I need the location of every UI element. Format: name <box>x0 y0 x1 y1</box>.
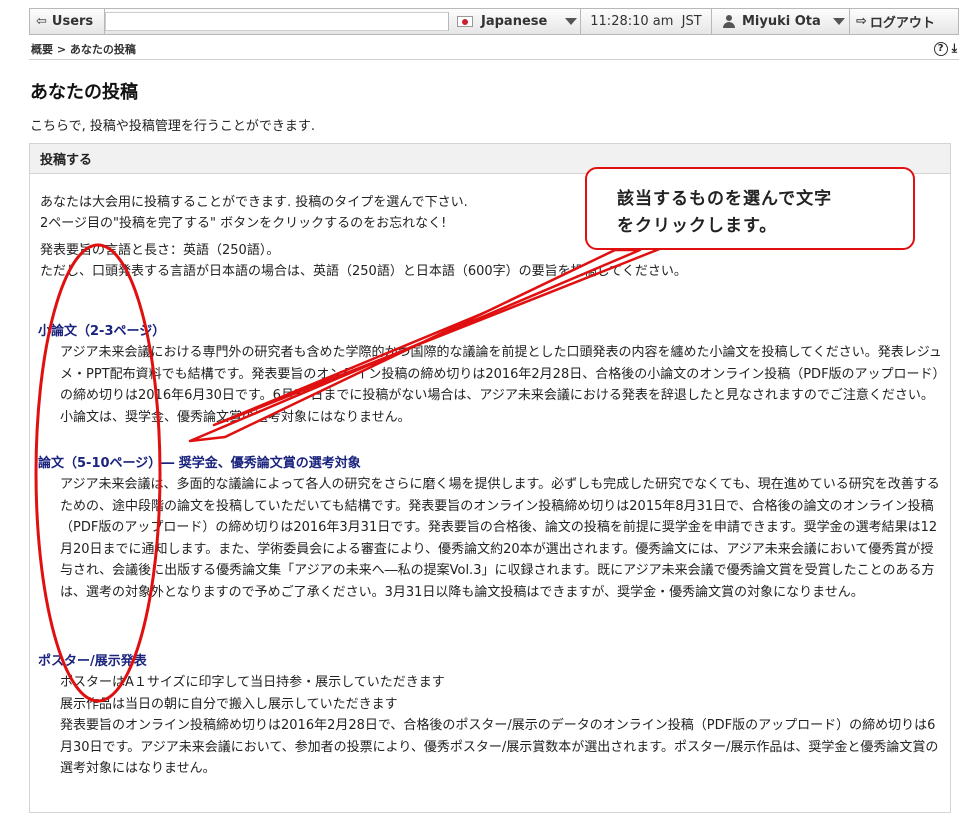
top-bar: ⇦ Users Japanese 11:28:10 am JST Miyuki … <box>29 8 959 35</box>
title-highlight <box>168 319 438 339</box>
logout-label: ログアウト <box>869 16 935 31</box>
clock-display: 11:28:10 am JST <box>581 9 712 34</box>
breadcrumb[interactable]: 概要 > あなたの投稿 <box>31 41 136 57</box>
submission-type-poster[interactable]: ポスター/展示発表 <box>38 649 508 669</box>
page-title: あなたの投稿 <box>30 82 138 103</box>
section-body: アジア未来会議における専門外の研究者も含めた学際的かつ国際的な議論を前提とした口… <box>60 345 942 425</box>
section-title: 小論文（2-3ページ） <box>38 324 166 339</box>
submission-type-full-paper[interactable]: 論文（5-10ページ）― 奨学金、優秀論文賞の選考対象 <box>38 451 740 471</box>
logout-icon: ⇨ <box>856 14 867 29</box>
time-text: 11:28:10 am JST <box>590 14 702 29</box>
language-selector[interactable]: Japanese <box>449 9 581 34</box>
topbar-blank-field <box>105 12 449 31</box>
language-label: Japanese <box>481 14 548 29</box>
section-body: ポスターはA１サイズに印字して当日持参・展示していただきます 展示作品は当日の朝… <box>60 672 942 780</box>
section-title: ポスター/展示発表 <box>38 654 147 669</box>
chevron-down-icon <box>565 18 578 25</box>
section-title: 論文（5-10ページ）― 奨学金、優秀論文賞の選考対象 <box>38 456 361 471</box>
help-icon[interactable]: ? <box>933 41 948 56</box>
poster-line: 展示作品は当日の朝に自分で搬入し展示していただきます <box>60 696 398 712</box>
intro-line: あなたは大会用に投稿することができます. 投稿のタイプを選んで下さい. <box>40 195 468 210</box>
user-menu[interactable]: Miyuki Ota <box>712 9 850 34</box>
page-description: こちらで, 投稿や投稿管理を行うことができます. <box>30 119 316 134</box>
user-name: Miyuki Ota <box>742 14 821 29</box>
poster-line: ポスターはA１サイズに印字して当日持参・展示していただきます <box>60 675 445 690</box>
title-highlight <box>163 649 508 669</box>
user-icon <box>722 14 736 29</box>
intro-line: ただし、口頭発表する言語が日本語の場合は、英語（250語）と日本語（600字）の… <box>40 264 687 279</box>
breadcrumb-bar: 概要 > あなたの投稿 ? ⤓ <box>29 38 959 60</box>
intro-line: 2ページ目の"投稿を完了する" ボタンをクリックするのをお忘れなく! <box>40 216 447 231</box>
section-body: アジア未来会議は、多面的な議論によって各人の研究をさらに磨く場を提供します。必ず… <box>60 477 940 600</box>
arrow-left-icon: ⇦ <box>36 14 47 29</box>
users-link[interactable]: ⇦ Users <box>30 9 105 34</box>
submission-type-short-paper[interactable]: 小論文（2-3ページ） <box>38 319 438 339</box>
intro-line: 発表要旨の言語と長さ：英語（250語）。 <box>40 243 280 258</box>
annotation-callout: 該当するものを選んで文字 をクリックします。 <box>585 167 915 250</box>
japan-flag-icon <box>457 16 473 27</box>
breadcrumb-tools: ? ⤓ <box>933 41 957 56</box>
title-highlight <box>400 451 740 471</box>
logout-button[interactable]: ⇨ ログアウト <box>850 9 958 34</box>
download-icon[interactable]: ⤓ <box>952 41 957 56</box>
users-label: Users <box>51 14 94 29</box>
chevron-down-icon <box>832 18 845 25</box>
callout-text: をクリックします。 <box>617 216 778 236</box>
poster-line: 発表要旨のオンライン投稿締め切りは2016年2月28日で、合格後のポスター/展示… <box>60 718 939 776</box>
callout-text: 該当するものを選んで文字 <box>617 189 833 209</box>
